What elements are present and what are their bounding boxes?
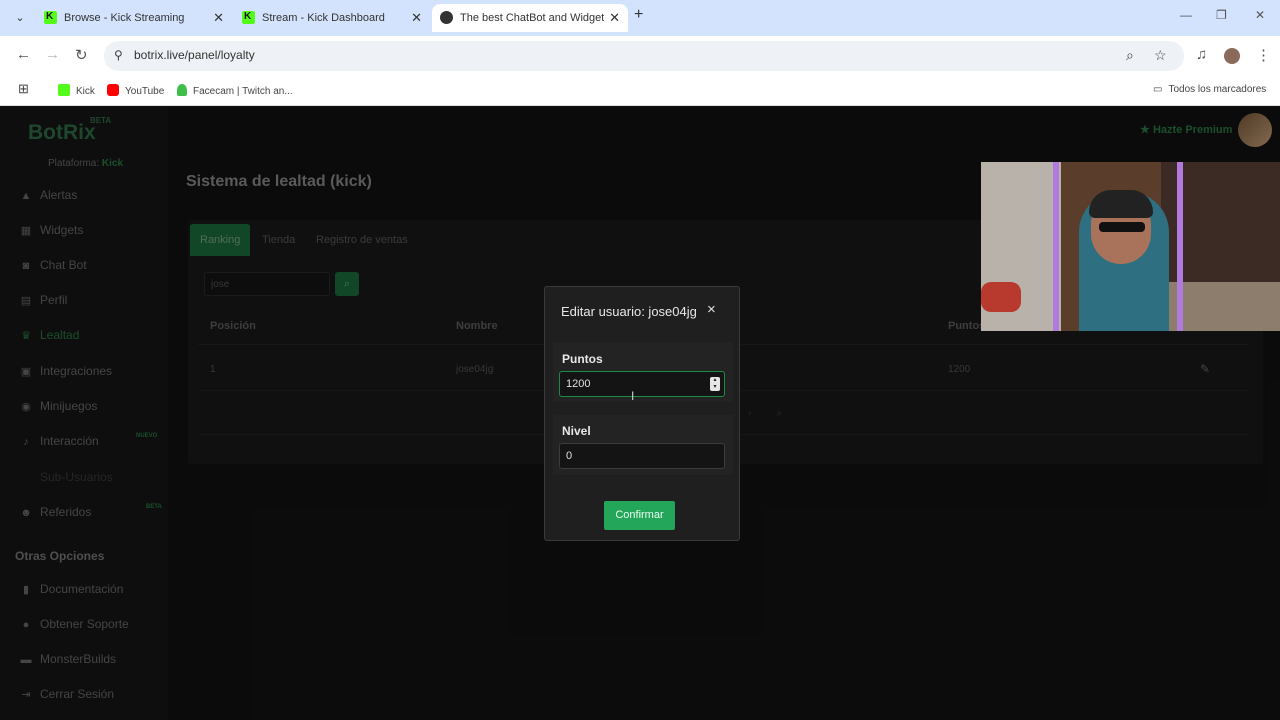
text-cursor-icon: I (631, 389, 635, 403)
bookmark-label: Kick (76, 86, 95, 97)
facecam-icon (177, 84, 187, 96)
confirm-button[interactable]: Confirmar (604, 501, 675, 530)
site-info-icon[interactable]: ⚲ (114, 48, 123, 62)
url-text[interactable]: botrix.live/panel/loyalty (134, 48, 255, 62)
close-icon[interactable]: × (707, 301, 716, 318)
folder-icon: ▭ (1153, 84, 1163, 95)
close-tab-icon[interactable]: ✕ (213, 4, 224, 32)
apps-grid-icon[interactable]: ⊞ (18, 81, 29, 97)
bookmark-label: Facecam | Twitch an... (193, 86, 293, 97)
close-tab-icon[interactable]: ✕ (411, 4, 422, 32)
edit-user-modal: Editar usuario: jose04jg × Puntos ▴▾ I N… (544, 286, 740, 541)
level-label: Nivel (562, 424, 591, 438)
bookmark-kick[interactable]: Kick (58, 84, 95, 97)
webcam-light (1053, 162, 1059, 331)
bookmark-youtube[interactable]: YouTube (107, 84, 164, 97)
reload-icon[interactable]: ↻ (75, 46, 88, 64)
kick-favicon-icon (242, 3, 255, 31)
webcam-light (1177, 162, 1183, 331)
new-tab-icon[interactable]: + (634, 6, 643, 24)
browser-tab[interactable]: Stream - Kick Dashboard ✕ (234, 3, 430, 32)
youtube-icon (107, 84, 119, 96)
zoom-icon[interactable]: ⌕ (1126, 47, 1134, 64)
back-icon[interactable]: ← (16, 46, 31, 63)
tab-title: Browse - Kick Streaming (64, 12, 185, 24)
tab-search-icon[interactable]: ⌄ (10, 8, 30, 28)
points-input[interactable] (559, 371, 725, 397)
address-bar-row: ← → ↻ ⚲ botrix.live/panel/loyalty ⌕ ☆ ♫ … (0, 36, 1280, 76)
webcam-glasses (1099, 222, 1145, 232)
bookmark-label: YouTube (125, 86, 165, 97)
menu-kebab-icon[interactable]: ⋮ (1256, 46, 1271, 64)
minimize-icon[interactable]: — (1180, 8, 1192, 22)
points-label: Puntos (562, 352, 603, 366)
bookmark-label: Todos los marcadores (1168, 84, 1267, 95)
modal-title: Editar usuario: jose04jg (561, 304, 697, 319)
kick-favicon-icon (44, 3, 57, 31)
url-bar[interactable]: ⚲ botrix.live/panel/loyalty ⌕ ☆ (104, 41, 1184, 71)
close-window-icon[interactable]: ✕ (1255, 8, 1265, 22)
webcam-hair (1089, 190, 1153, 218)
tab-title: The best ChatBot and Widgets f (460, 12, 604, 24)
browser-tab[interactable]: Browse - Kick Streaming ✕ (36, 3, 232, 32)
restore-icon[interactable]: ❐ (1216, 8, 1227, 22)
media-control-icon[interactable]: ♫ (1196, 46, 1207, 63)
forward-icon[interactable]: → (45, 46, 60, 63)
webcam-overlay (981, 162, 1280, 331)
bookmark-star-icon[interactable]: ☆ (1154, 47, 1167, 64)
close-tab-icon[interactable]: ✕ (609, 4, 620, 32)
bookmark-facecam[interactable]: Facecam | Twitch an... (177, 84, 293, 97)
webcam-toy (981, 282, 1021, 312)
browser-tab-active[interactable]: The best ChatBot and Widgets f ✕ (432, 4, 628, 32)
browser-tab-bar: ⌄ Browse - Kick Streaming ✕ Stream - Kic… (0, 0, 1280, 36)
kick-icon (58, 84, 70, 96)
bookmarks-bar: ⊞ Kick YouTube Facecam | Twitch an... ▭ T… (0, 76, 1280, 106)
all-bookmarks[interactable]: ▭ Todos los marcadores (1153, 84, 1266, 95)
number-spinner-icon[interactable]: ▴ ▾ (710, 377, 720, 391)
profile-avatar[interactable] (1224, 48, 1240, 64)
level-input[interactable] (559, 443, 725, 469)
botrix-favicon-icon (440, 11, 453, 24)
tab-title: Stream - Kick Dashboard (262, 12, 385, 24)
